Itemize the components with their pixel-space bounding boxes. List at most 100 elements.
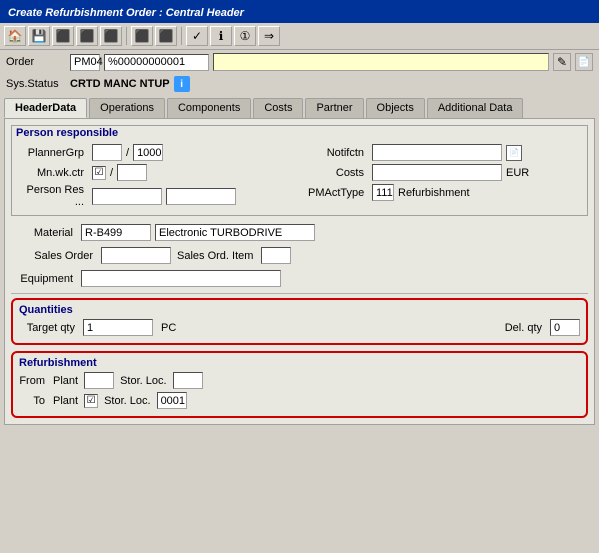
toolbar-btn-circle[interactable]: ①	[234, 26, 256, 46]
main-content: Person responsible PlannerGrp / 1000	[4, 118, 595, 425]
costs-currency: EUR	[506, 167, 529, 179]
sales-ord-item-label: Sales Ord. Item	[177, 250, 257, 262]
page-icon-btn[interactable]: 📄	[575, 53, 593, 71]
edit-icon-btn[interactable]: ✎	[553, 53, 571, 71]
material-code-input[interactable]: R-B499	[81, 224, 151, 241]
sales-order-container: Sales Order Sales Ord. Item	[11, 245, 588, 266]
tab-additional-data[interactable]: Additional Data	[427, 98, 524, 118]
toolbar-btn-arrow[interactable]: ⇒	[258, 26, 280, 46]
pm-act-type-row: PMActType 111 Refurbishment	[308, 184, 581, 201]
quantities-section: Quantities Target qty 1 PC Del. qty 0	[11, 298, 588, 345]
person-responsible-columns: PlannerGrp / 1000 Mn.wk.ctr ☑ /	[18, 144, 581, 211]
pm-act-type-input[interactable]: 111	[372, 184, 394, 201]
order-type-value: PM04	[74, 56, 103, 68]
refurb-to-row: To Plant ☑ Stor. Loc. 0001	[19, 392, 580, 409]
toolbar: 🏠 💾 ⬛ ⬛ ⬛ ⬛ ⬛ ✓ ℹ ① ⇒	[0, 23, 599, 50]
planner-grp-row: PlannerGrp / 1000	[18, 144, 298, 161]
tab-partner[interactable]: Partner	[305, 98, 363, 118]
toolbar-sep-2	[181, 27, 182, 45]
tab-objects[interactable]: Objects	[366, 98, 425, 118]
quantities-title: Quantities	[19, 304, 580, 316]
sys-status-info-icon[interactable]: i	[174, 76, 190, 92]
separator-1	[11, 293, 588, 294]
notifctn-input[interactable]	[372, 144, 502, 161]
order-number-field[interactable]: %00000000001	[104, 54, 209, 71]
order-description-field[interactable]	[213, 53, 549, 71]
mn-wk-ctr-row: Mn.wk.ctr ☑ /	[18, 164, 298, 181]
refurb-from-stor-loc-input[interactable]	[173, 372, 203, 389]
toolbar-btn-info[interactable]: ℹ	[210, 26, 232, 46]
tab-operations[interactable]: Operations	[89, 98, 165, 118]
toolbar-btn-doc[interactable]: ⬛	[131, 26, 153, 46]
planner-grp-label: PlannerGrp	[18, 147, 88, 159]
order-type-field[interactable]: PM04	[70, 54, 100, 71]
material-desc-input[interactable]: Electronic TURBODRIVE	[155, 224, 315, 241]
tabs-container: HeaderData Operations Components Costs P…	[0, 94, 599, 118]
costs-row: Costs EUR	[308, 164, 581, 181]
costs-input[interactable]	[372, 164, 502, 181]
refurbishment-section: Refurbishment From Plant Stor. Loc. To P…	[11, 351, 588, 418]
tab-header-data[interactable]: HeaderData	[4, 98, 87, 118]
notifctn-row: Notifctn 📄	[308, 144, 581, 161]
target-qty-input[interactable]: 1	[83, 319, 153, 336]
title-bar: Create Refurbishment Order : Central Hea…	[0, 0, 599, 23]
pm-act-type-desc: Refurbishment	[398, 187, 470, 199]
person-responsible-section: Person responsible PlannerGrp / 1000	[11, 125, 588, 216]
notifctn-label: Notifctn	[308, 147, 368, 159]
planner-grp-sep: /	[126, 147, 129, 159]
refurb-from-stor-loc-label: Stor. Loc.	[120, 375, 166, 387]
planner-grp-input[interactable]	[92, 144, 122, 161]
refurbishment-title: Refurbishment	[19, 357, 580, 369]
mn-wk-ctr-checkbox[interactable]: ☑	[92, 166, 106, 180]
toolbar-btn-save[interactable]: 💾	[28, 26, 50, 46]
planner-grp-value2[interactable]: 1000	[133, 144, 163, 161]
person-res-label: Person Res ...	[18, 184, 88, 208]
del-qty-label: Del. qty	[505, 322, 542, 334]
toolbar-btn-tool[interactable]: ⬛	[100, 26, 122, 46]
equipment-label: Equipment	[17, 273, 77, 285]
toolbar-btn-check[interactable]: ✓	[186, 26, 208, 46]
equipment-row: Equipment	[11, 268, 588, 289]
person-res-input1[interactable]	[92, 188, 162, 205]
sys-status-label: Sys.Status	[6, 78, 66, 90]
refurb-to-stor-loc-input[interactable]: 0001	[157, 392, 187, 409]
person-responsible-title: Person responsible	[12, 126, 587, 140]
refurb-from-label: From	[19, 375, 49, 387]
toolbar-sep-1	[126, 27, 127, 45]
toolbar-btn-settings[interactable]: ⬛	[76, 26, 98, 46]
notifctn-page-icon[interactable]: 📄	[506, 145, 522, 161]
toolbar-btn-list[interactable]: ⬛	[155, 26, 177, 46]
target-qty-unit: PC	[161, 322, 176, 334]
refurb-from-row: From Plant Stor. Loc.	[19, 372, 580, 389]
person-res-row: Person Res ...	[18, 184, 298, 208]
order-bar: Order PM04 %00000000001 ✎ 📄	[0, 50, 599, 74]
equipment-input[interactable]	[81, 270, 281, 287]
material-row: Material R-B499 Electronic TURBODRIVE	[11, 222, 588, 243]
order-label: Order	[6, 56, 66, 68]
sales-order-input[interactable]	[101, 247, 171, 264]
refurb-to-plant-label: Plant	[53, 395, 78, 407]
sales-order-row: Sales Order	[17, 247, 171, 264]
refurb-to-label: To	[19, 395, 49, 407]
person-responsible-body: PlannerGrp / 1000 Mn.wk.ctr ☑ /	[12, 140, 587, 215]
person-res-input2[interactable]	[166, 188, 236, 205]
del-qty-input[interactable]: 0	[550, 319, 580, 336]
sales-ord-item-input[interactable]	[261, 247, 291, 264]
costs-label: Costs	[308, 167, 368, 179]
pm-act-type-label: PMActType	[308, 187, 368, 199]
quantities-row: Target qty 1 PC Del. qty 0	[19, 319, 580, 336]
material-label: Material	[17, 227, 77, 239]
refurb-to-plant-checkbox[interactable]: ☑	[84, 394, 98, 408]
toolbar-btn-home[interactable]: 🏠	[4, 26, 26, 46]
mn-wk-ctr-input[interactable]	[117, 164, 147, 181]
tab-costs[interactable]: Costs	[253, 98, 303, 118]
target-qty-label: Target qty	[19, 322, 79, 334]
toolbar-btn-copy[interactable]: ⬛	[52, 26, 74, 46]
mn-wk-ctr-label: Mn.wk.ctr	[18, 167, 88, 179]
tab-components[interactable]: Components	[167, 98, 251, 118]
refurb-from-plant-label: Plant	[53, 375, 78, 387]
mn-wk-ctr-sep: /	[110, 167, 113, 179]
sys-status-value: CRTD MANC NTUP	[70, 78, 170, 90]
refurb-from-plant-input[interactable]	[84, 372, 114, 389]
person-responsible-right: Notifctn 📄 Costs EUR PMActType 1	[308, 144, 581, 211]
